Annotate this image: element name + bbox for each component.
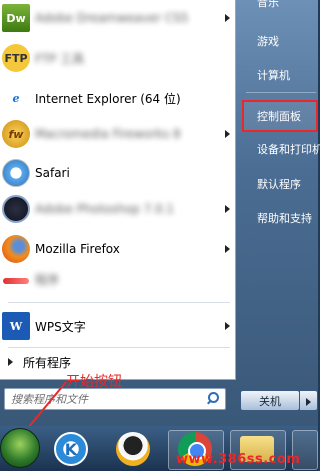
internet-explorer-icon: e bbox=[12, 91, 20, 105]
programs-panel: Dw Adobe Dreamweaver CS5 FTP FTP 工具 e In… bbox=[0, 0, 236, 380]
dreamweaver-icon: Dw bbox=[2, 4, 30, 32]
link-control-panel[interactable]: 控制面板 bbox=[242, 100, 318, 132]
program-label: 程序 bbox=[35, 272, 60, 287]
submenu-arrow-icon[interactable] bbox=[225, 14, 230, 22]
wps-writer-icon: W bbox=[2, 312, 30, 340]
firefox-icon bbox=[2, 235, 30, 263]
program-item-wps[interactable]: W WPS文字 bbox=[0, 308, 236, 344]
right-links-panel: 音乐 游戏 计算机 控制面板 设备和打印机 默认程序 帮助和支持 bbox=[240, 0, 320, 426]
program-label: WPS文字 bbox=[35, 319, 86, 334]
k-app-icon[interactable]: K bbox=[54, 432, 88, 466]
program-label: Mozilla Firefox bbox=[35, 242, 120, 256]
search-input[interactable]: 搜索程序和文件 bbox=[5, 391, 205, 407]
program-label: Macromedia Fireworks 8 bbox=[35, 127, 181, 141]
program-label: FTP 工具 bbox=[35, 51, 85, 66]
fireworks-icon: fw bbox=[2, 120, 30, 148]
program-item-safari[interactable]: Safari bbox=[0, 155, 236, 191]
expand-arrow-icon bbox=[8, 358, 13, 366]
photoshop-icon bbox=[2, 195, 30, 223]
link-games[interactable]: 游戏 bbox=[244, 29, 279, 53]
link-computer[interactable]: 计算机 bbox=[244, 63, 290, 87]
all-programs-label: 所有程序 bbox=[23, 355, 72, 370]
shutdown-options-button[interactable] bbox=[300, 390, 318, 411]
link-default-programs[interactable]: 默认程序 bbox=[244, 172, 301, 196]
link-help-support[interactable]: 帮助和支持 bbox=[244, 206, 312, 230]
program-item-blurred[interactable]: 程序 bbox=[0, 264, 236, 294]
submenu-arrow-icon[interactable] bbox=[225, 205, 230, 213]
program-item-ftp[interactable]: FTP FTP 工具 bbox=[0, 40, 236, 76]
program-item-dreamweaver[interactable]: Dw Adobe Dreamweaver CS5 bbox=[0, 0, 236, 36]
app-icon bbox=[2, 269, 30, 289]
submenu-arrow-icon[interactable] bbox=[225, 322, 230, 330]
program-item-fireworks[interactable]: fw Macromedia Fireworks 8 bbox=[0, 116, 236, 152]
link-music[interactable]: 音乐 bbox=[244, 0, 279, 14]
safari-icon bbox=[2, 159, 30, 187]
search-icon[interactable] bbox=[205, 391, 221, 407]
all-programs-button[interactable]: 所有程序 bbox=[2, 351, 71, 373]
ftp-icon: FTP bbox=[2, 44, 30, 72]
divider bbox=[8, 347, 230, 348]
submenu-arrow-icon[interactable] bbox=[225, 245, 230, 253]
program-item-photoshop[interactable]: Adobe Photoshop 7.0.1 bbox=[0, 191, 236, 227]
divider bbox=[246, 92, 316, 93]
watermark: www.386ss.com bbox=[176, 452, 301, 467]
shutdown-button[interactable]: 关机 bbox=[240, 390, 300, 411]
submenu-arrow-icon[interactable] bbox=[225, 130, 230, 138]
start-menu: Dw Adobe Dreamweaver CS5 FTP FTP 工具 e In… bbox=[0, 0, 320, 426]
start-button[interactable] bbox=[0, 428, 40, 468]
program-label: Internet Explorer (64 位) bbox=[35, 91, 181, 106]
divider bbox=[8, 302, 230, 303]
program-label: Adobe Dreamweaver CS5 bbox=[35, 11, 189, 25]
qq-icon[interactable] bbox=[116, 432, 150, 466]
annotation-label: 开始按钮 bbox=[66, 374, 122, 390]
program-item-firefox[interactable]: Mozilla Firefox bbox=[0, 231, 236, 267]
search-box[interactable]: 搜索程序和文件 bbox=[4, 388, 226, 410]
program-item-internet-explorer[interactable]: e Internet Explorer (64 位) bbox=[0, 80, 236, 116]
link-devices-printers[interactable]: 设备和打印机 bbox=[244, 137, 320, 161]
program-label: Adobe Photoshop 7.0.1 bbox=[35, 202, 175, 216]
program-label: Safari bbox=[35, 166, 70, 180]
